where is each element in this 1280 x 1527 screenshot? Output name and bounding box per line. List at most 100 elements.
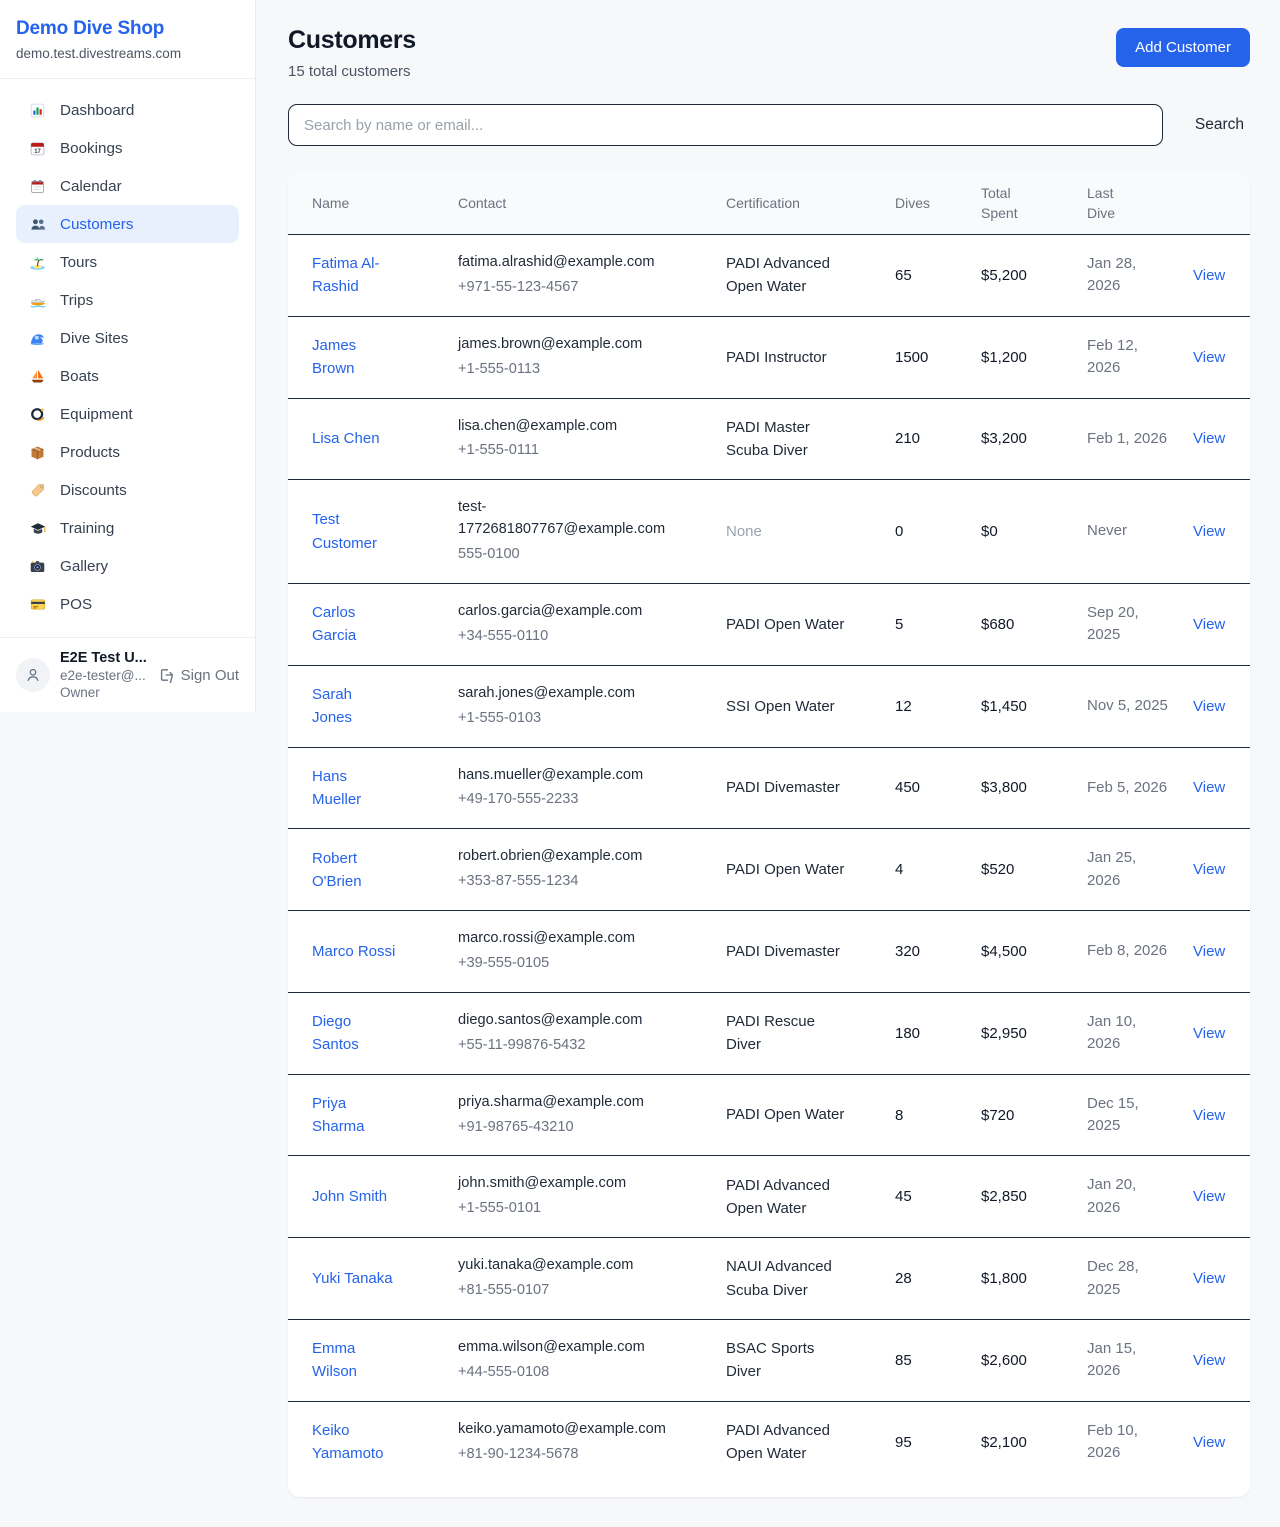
customer-name-link[interactable]: Hans Mueller (312, 765, 458, 812)
last-dive-cell: Feb 5, 2026 (1087, 777, 1193, 800)
sidebar-item-dashboard[interactable]: Dashboard (16, 91, 239, 129)
view-link[interactable]: View (1193, 698, 1226, 715)
shop-domain: demo.test.divestreams.com (16, 46, 239, 61)
dives-cell: 5 (895, 616, 981, 633)
pos-card-icon (28, 595, 47, 613)
equipment-mask-icon (28, 405, 47, 423)
search-button[interactable]: Search (1189, 108, 1250, 142)
customer-email: lisa.chen@example.com (458, 416, 668, 438)
last-dive-cell: Nov 5, 2025 (1087, 695, 1193, 718)
column-header-dives: Dives (895, 193, 981, 213)
sidebar-item-dive-sites[interactable]: Dive Sites (16, 319, 239, 357)
sign-out-button[interactable]: Sign Out (158, 665, 239, 686)
contact-cell: marco.rossi@example.com +39-555-0105 (458, 928, 726, 975)
contact-cell: diego.santos@example.com +55-11-99876-54… (458, 1010, 726, 1057)
customer-phone: +971-55-123-4567 (458, 277, 668, 299)
certification-cell: PADI Divemaster (726, 940, 895, 963)
sidebar-item-tours[interactable]: Tours (16, 243, 239, 281)
column-header-total-spent: Total Spent (981, 183, 1087, 224)
sidebar-item-calendar[interactable]: Calendar (16, 167, 239, 205)
view-link[interactable]: View (1193, 616, 1226, 633)
sidebar-item-equipment[interactable]: Equipment (16, 395, 239, 433)
customer-name-link[interactable]: Diego Santos (312, 1010, 458, 1057)
customer-email: priya.sharma@example.com (458, 1092, 668, 1114)
boats-sailboat-icon (28, 367, 47, 385)
customer-name-link[interactable]: Test Customer (312, 508, 458, 555)
calendar-icon (28, 177, 47, 195)
dives-cell: 320 (895, 943, 981, 960)
certification-cell: PADI Master Scuba Diver (726, 416, 895, 463)
certification-cell: None (726, 520, 895, 543)
customer-name-link[interactable]: Priya Sharma (312, 1092, 458, 1139)
add-customer-button[interactable]: Add Customer (1116, 28, 1250, 67)
total-spent-cell: $2,600 (981, 1352, 1087, 1369)
view-link[interactable]: View (1193, 430, 1226, 447)
customer-name-link[interactable]: Sarah Jones (312, 683, 458, 730)
customer-name-link[interactable]: Lisa Chen (312, 427, 458, 450)
view-link[interactable]: View (1193, 1025, 1226, 1042)
sidebar-item-label: Training (60, 520, 114, 537)
dives-cell: 0 (895, 523, 981, 540)
view-link[interactable]: View (1193, 523, 1226, 540)
search-input[interactable] (288, 104, 1163, 146)
total-spent-cell: $0 (981, 523, 1087, 540)
bookings-calendar-icon: 17 (28, 139, 47, 157)
view-link[interactable]: View (1193, 267, 1226, 284)
table-row: Fatima Al-Rashid fatima.alrashid@example… (288, 234, 1250, 316)
total-spent-cell: $4,500 (981, 943, 1087, 960)
customer-phone: +91-98765-43210 (458, 1117, 668, 1139)
sidebar-item-label: Equipment (60, 406, 133, 423)
customer-name-link[interactable]: Keiko Yamamoto (312, 1419, 458, 1466)
view-link[interactable]: View (1193, 1107, 1226, 1124)
view-link[interactable]: View (1193, 943, 1226, 960)
total-spent-cell: $680 (981, 616, 1087, 633)
sidebar-item-pos[interactable]: POS (16, 585, 239, 623)
sidebar-item-label: POS (60, 596, 92, 613)
customer-name-link[interactable]: James Brown (312, 334, 458, 381)
view-link[interactable]: View (1193, 349, 1226, 366)
customer-name-link[interactable]: Emma Wilson (312, 1337, 458, 1384)
column-header-certification: Certification (726, 193, 895, 213)
total-spent-cell: $2,850 (981, 1188, 1087, 1205)
last-dive-cell: Jan 15, 2026 (1087, 1338, 1193, 1383)
sidebar-item-products[interactable]: Products (16, 433, 239, 471)
view-link[interactable]: View (1193, 1352, 1226, 1369)
sidebar-item-trips[interactable]: Trips (16, 281, 239, 319)
view-link[interactable]: View (1193, 1188, 1226, 1205)
svg-text:17: 17 (34, 149, 41, 155)
table-row: Priya Sharma priya.sharma@example.com +9… (288, 1074, 1250, 1156)
table-row: Carlos Garcia carlos.garcia@example.com … (288, 583, 1250, 665)
customer-name-link[interactable]: Robert O'Brien (312, 847, 458, 894)
certification-cell: PADI Advanced Open Water (726, 1174, 895, 1221)
customer-name-link[interactable]: Marco Rossi (312, 940, 458, 963)
customer-phone: +49-170-555-2233 (458, 789, 668, 811)
sidebar-item-label: Calendar (60, 178, 122, 195)
customer-name-link[interactable]: Yuki Tanaka (312, 1267, 458, 1290)
customer-name-link[interactable]: John Smith (312, 1185, 458, 1208)
last-dive-cell: Jan 28, 2026 (1087, 253, 1193, 298)
sidebar-item-bookings[interactable]: 17 Bookings (16, 129, 239, 167)
customers-table: Name Contact Certification Dives Total S… (288, 172, 1250, 1497)
contact-cell: james.brown@example.com +1-555-0113 (458, 334, 726, 381)
sidebar-item-boats[interactable]: Boats (16, 357, 239, 395)
customer-name-link[interactable]: Fatima Al-Rashid (312, 252, 458, 299)
sidebar-item-customers[interactable]: Customers (16, 205, 239, 243)
customer-name-link[interactable]: Carlos Garcia (312, 601, 458, 648)
last-dive-cell: Never (1087, 520, 1193, 543)
table-header-row: Name Contact Certification Dives Total S… (288, 172, 1250, 234)
view-link[interactable]: View (1193, 861, 1226, 878)
table-row: Marco Rossi marco.rossi@example.com +39-… (288, 910, 1250, 992)
dives-cell: 95 (895, 1434, 981, 1451)
dives-cell: 65 (895, 267, 981, 284)
sidebar-item-label: Dive Sites (60, 330, 128, 347)
sidebar-item-discounts[interactable]: Discounts (16, 471, 239, 509)
view-link[interactable]: View (1193, 1434, 1226, 1451)
contact-cell: carlos.garcia@example.com +34-555-0110 (458, 601, 726, 648)
view-link[interactable]: View (1193, 1270, 1226, 1287)
sidebar-item-label: Gallery (60, 558, 108, 575)
sidebar-item-gallery[interactable]: Gallery (16, 547, 239, 585)
contact-cell: yuki.tanaka@example.com +81-555-0107 (458, 1255, 726, 1302)
customer-email: james.brown@example.com (458, 334, 668, 356)
sidebar-item-training[interactable]: Training (16, 509, 239, 547)
view-link[interactable]: View (1193, 779, 1226, 796)
